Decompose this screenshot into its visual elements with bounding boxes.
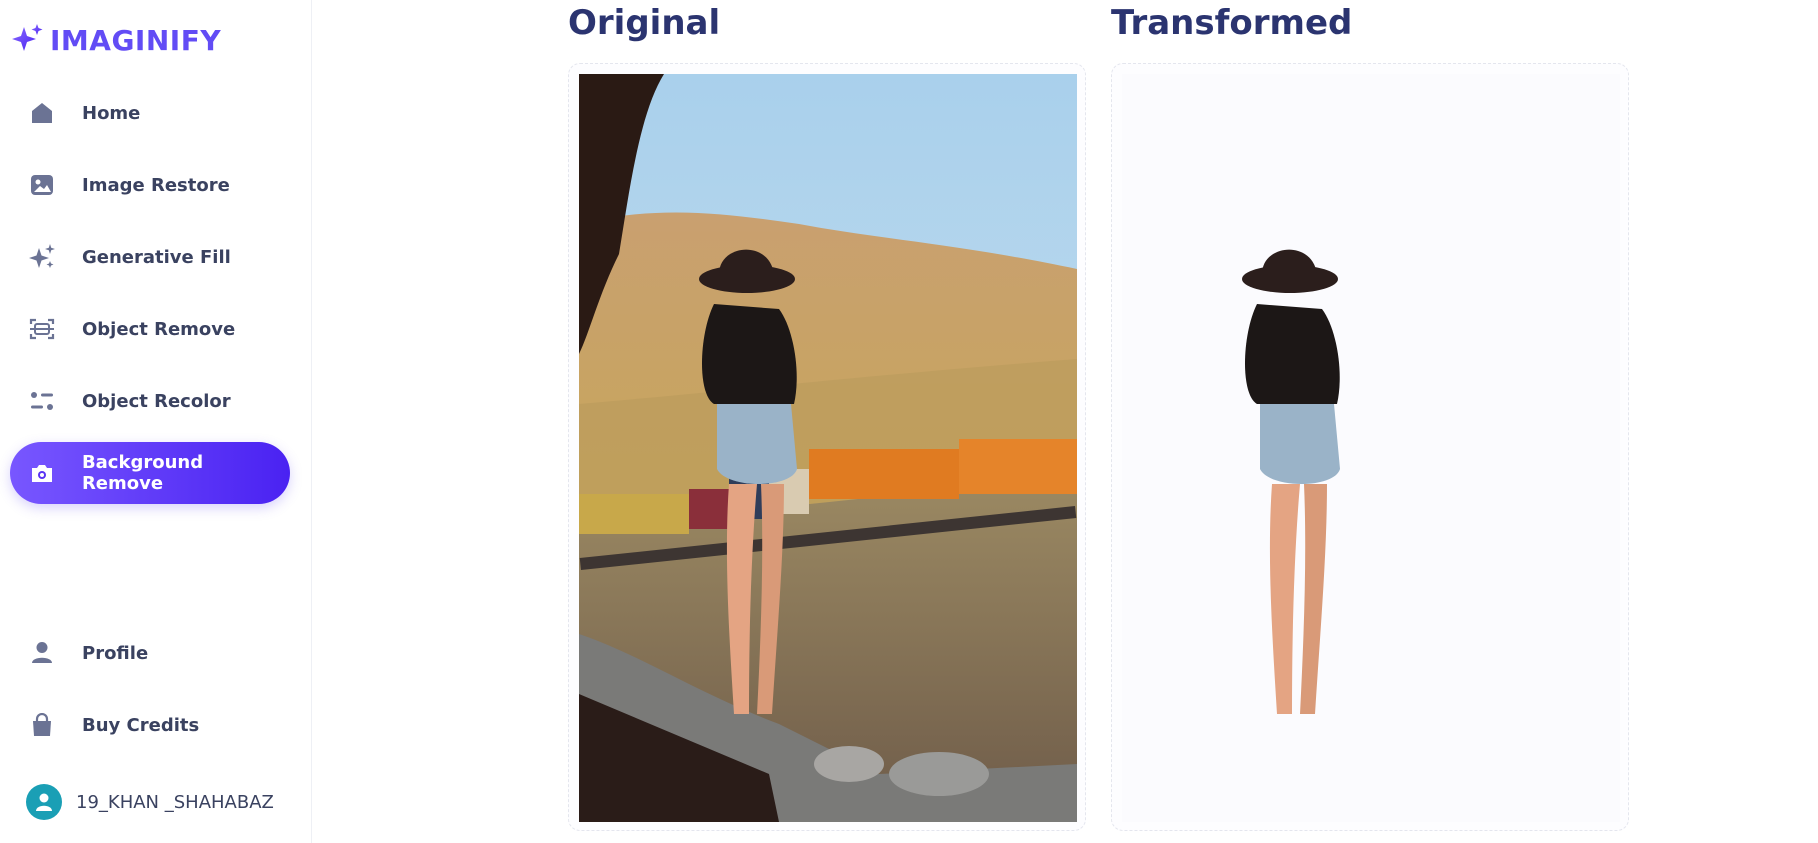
sidebar-item-label: Object Remove	[82, 318, 236, 340]
sidebar-item-label: Home	[82, 102, 141, 124]
avatar	[26, 784, 62, 820]
bag-icon	[28, 711, 56, 739]
sidebar-item-background-remove[interactable]: Background Remove	[10, 442, 290, 504]
sparkles-logo-icon	[10, 23, 44, 58]
transformed-image-panel	[1111, 63, 1629, 831]
user-avatar-icon	[36, 793, 52, 811]
image-icon	[28, 171, 56, 199]
sidebar-item-label: Object Recolor	[82, 390, 231, 412]
transformed-title: Transformed	[1111, 3, 1353, 43]
logo[interactable]: IMAGINIFY	[10, 22, 221, 58]
sidebar-item-label: Profile	[82, 642, 149, 664]
sparkles-icon	[28, 243, 56, 271]
sidebar-item-label: Generative Fill	[82, 246, 231, 268]
filter-icon	[28, 387, 56, 415]
sidebar-item-object-remove[interactable]: Object Remove	[10, 298, 290, 360]
sidebar-item-generative-fill[interactable]: Generative Fill	[10, 226, 290, 288]
transformed-image[interactable]	[1122, 74, 1620, 822]
user-menu[interactable]: 19_KHAN _SHAHABAZ	[10, 771, 290, 833]
sidebar-item-profile[interactable]: Profile	[10, 622, 290, 684]
sidebar-item-label: Buy Credits	[82, 714, 200, 736]
user-icon	[28, 639, 56, 667]
app-name: IMAGINIFY	[50, 23, 222, 57]
scan-icon	[28, 315, 56, 343]
sidebar-item-image-restore[interactable]: Image Restore	[10, 154, 290, 216]
user-name: 19_KHAN _SHAHABAZ	[76, 791, 274, 813]
original-image[interactable]	[579, 74, 1077, 822]
sidebar-item-label: Background Remove	[81, 452, 204, 494]
original-image-panel	[568, 63, 1086, 831]
sidebar-item-label: Image Restore	[82, 174, 230, 196]
sidebar-item-buy-credits[interactable]: Buy Credits	[10, 694, 290, 756]
home-icon	[28, 99, 56, 127]
camera-icon	[28, 459, 56, 487]
sidebar-item-object-recolor[interactable]: Object Recolor	[10, 370, 290, 432]
sidebar-item-home[interactable]: Home	[10, 82, 290, 144]
original-title: Original	[568, 3, 721, 43]
sidebar: IMAGINIFY Home Image Restore Generative …	[0, 0, 312, 843]
